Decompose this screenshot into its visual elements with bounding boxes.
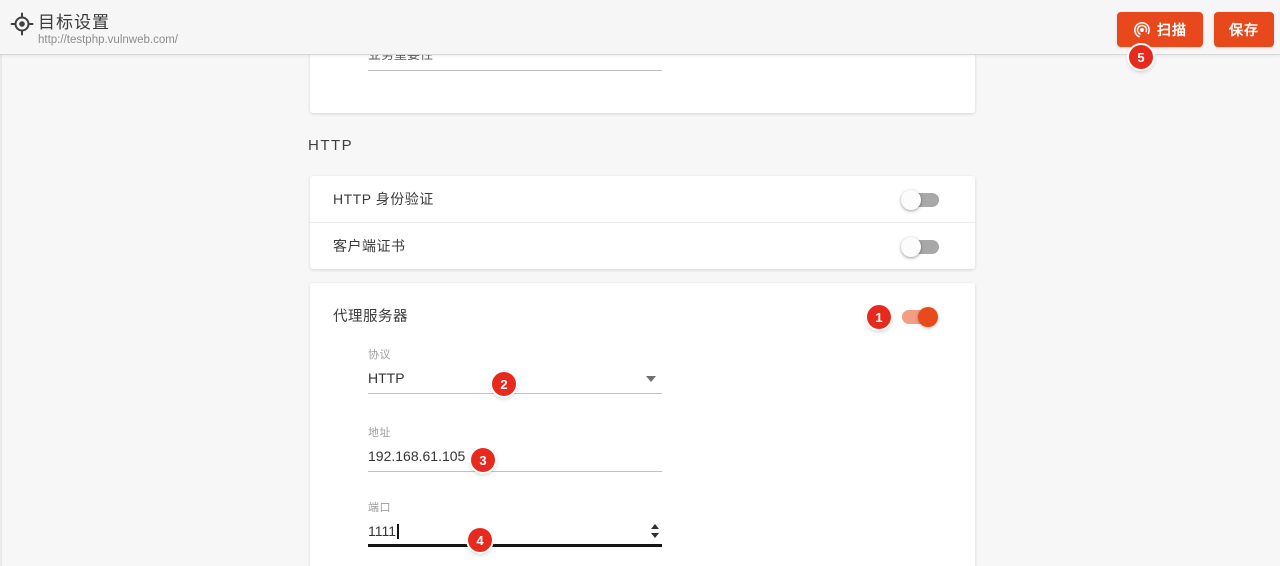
http-auth-toggle[interactable] bbox=[901, 190, 941, 210]
scan-button[interactable]: 扫描 bbox=[1117, 12, 1203, 47]
chevron-down-icon[interactable] bbox=[646, 376, 656, 382]
toggle-knob bbox=[901, 237, 921, 257]
address-label: 地址 bbox=[368, 427, 391, 439]
client-certificate-toggle[interactable] bbox=[901, 237, 941, 257]
port-value: 1111 bbox=[368, 522, 662, 540]
port-input[interactable]: 端口 1111 bbox=[368, 502, 662, 547]
proxy-server-label: 代理服务器 bbox=[333, 309, 408, 325]
target-icon bbox=[10, 12, 34, 36]
annotation-badge-2: 2 bbox=[492, 372, 516, 396]
save-button[interactable]: 保存 bbox=[1214, 12, 1274, 47]
stepper-up-icon bbox=[651, 524, 659, 529]
annotation-badge-4: 4 bbox=[468, 528, 492, 552]
proxy-server-toggle[interactable] bbox=[898, 307, 938, 327]
toggle-knob bbox=[901, 190, 921, 210]
annotation-badge-3: 3 bbox=[471, 448, 495, 472]
text-cursor bbox=[397, 524, 399, 539]
target-url: http://testphp.vulnweb.com/ bbox=[38, 34, 178, 46]
page-left-edge bbox=[0, 0, 2, 566]
address-underline bbox=[368, 471, 662, 472]
client-certificate-label: 客户端证书 bbox=[333, 237, 406, 254]
annotation-badge-1: 1 bbox=[867, 305, 891, 329]
stepper-down-icon bbox=[651, 533, 659, 538]
scan-button-label: 扫描 bbox=[1157, 21, 1187, 38]
address-input[interactable]: 地址 192.168.61.105 bbox=[368, 427, 662, 472]
save-button-label: 保存 bbox=[1229, 21, 1259, 38]
clipped-field-underline bbox=[368, 70, 662, 71]
port-underline-focused bbox=[368, 544, 662, 547]
protocol-underline bbox=[368, 393, 662, 394]
page-header: 目标设置 http://testphp.vulnweb.com/ 扫描 保存 bbox=[0, 0, 1280, 55]
http-section-heading: HTTP bbox=[308, 137, 354, 154]
address-value: 192.168.61.105 bbox=[368, 448, 466, 464]
http-auth-label: HTTP 身份验证 bbox=[333, 191, 434, 207]
http-card: HTTP 身份验证 客户端证书 bbox=[310, 176, 975, 269]
http-auth-row: HTTP 身份验证 bbox=[310, 176, 975, 222]
page-title: 目标设置 bbox=[38, 13, 110, 32]
annotation-badge-5: 5 bbox=[1129, 45, 1153, 69]
protocol-label: 协议 bbox=[368, 349, 391, 361]
number-stepper[interactable] bbox=[650, 523, 660, 539]
client-certificate-row: 客户端证书 bbox=[310, 222, 975, 268]
port-label: 端口 bbox=[368, 502, 391, 514]
toggle-knob bbox=[918, 307, 938, 327]
scan-radar-icon bbox=[1134, 21, 1150, 38]
